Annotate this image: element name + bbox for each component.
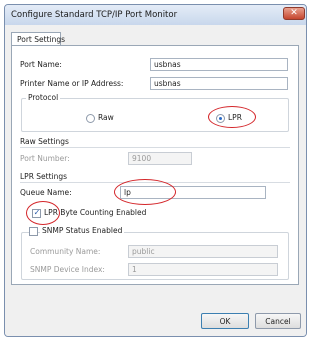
title-bar[interactable]: Configure Standard TCP/IP Port Monitor ✕ [5, 5, 306, 25]
cancel-button-label: Cancel [265, 317, 291, 326]
ok-button[interactable]: OK [201, 313, 249, 329]
tab-label: Port Settings [17, 35, 66, 44]
port-name-field[interactable]: usbnas [150, 58, 288, 71]
port-name-label: Port Name: [20, 60, 62, 69]
dialog-client-area: Port Settings Port Name: usbnas Printer … [5, 25, 306, 336]
printer-name-value: usbnas [154, 79, 181, 88]
printer-name-label: Printer Name or IP Address: [20, 79, 124, 88]
port-number-value: 9100 [132, 154, 152, 163]
window-title: Configure Standard TCP/IP Port Monitor [11, 10, 178, 20]
port-name-value: usbnas [154, 60, 181, 69]
close-button[interactable]: ✕ [283, 7, 305, 20]
snmp-device-index-field[interactable]: 1 [128, 263, 278, 276]
tab-port-settings[interactable]: Port Settings [11, 32, 65, 46]
lpr-highlight-ellipse [208, 106, 256, 128]
community-name-label: Community Name: [30, 247, 101, 256]
snmp-device-index-label: SNMP Device Index: [30, 265, 105, 274]
port-number-field[interactable]: 9100 [128, 152, 192, 165]
printer-name-field[interactable]: usbnas [150, 77, 288, 90]
queue-name-label: Queue Name: [20, 188, 72, 197]
raw-settings-divider [20, 147, 290, 148]
community-name-value: public [132, 247, 155, 256]
community-name-field[interactable]: public [128, 245, 278, 258]
tab-panel: Port Name: usbnas Printer Name or IP Add… [11, 45, 299, 285]
port-number-label: Port Number: [20, 154, 70, 163]
lpr-settings-title: LPR Settings [20, 172, 68, 181]
raw-radio-label: Raw [98, 113, 114, 122]
raw-radio[interactable] [86, 114, 95, 123]
ok-button-label: OK [219, 317, 231, 326]
dialog-window: Configure Standard TCP/IP Port Monitor ✕… [4, 4, 307, 337]
snmp-status-label: SNMP Status Enabled [40, 226, 125, 235]
snmp-device-index-value: 1 [132, 265, 137, 274]
snmp-status-checkbox[interactable] [29, 227, 38, 236]
raw-settings-title: Raw Settings [20, 137, 69, 146]
queue-name-highlight-ellipse [114, 179, 176, 205]
protocol-group-title: Protocol [26, 93, 61, 102]
cancel-button[interactable]: Cancel [255, 313, 301, 329]
byte-counting-highlight-ellipse [26, 201, 60, 225]
close-icon: ✕ [290, 8, 298, 18]
